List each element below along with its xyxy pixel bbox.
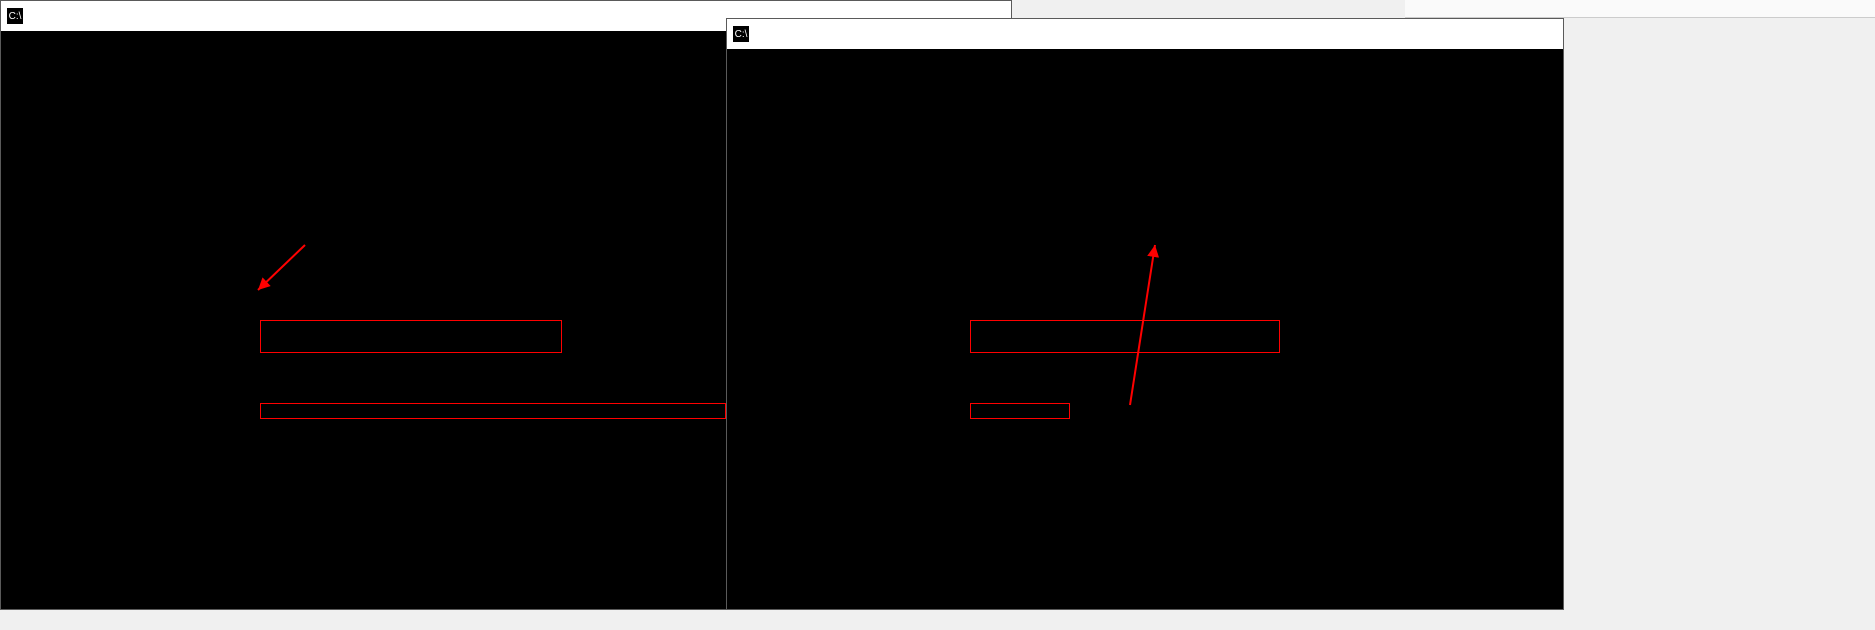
background-tab-strip [1405, 0, 1875, 18]
cmd-icon: C:\ [7, 8, 23, 24]
titlebar-2[interactable]: C:\ [727, 19, 1563, 49]
minimize-button[interactable] [1419, 19, 1465, 49]
cmd-window-6381: C:\ [726, 18, 1564, 610]
terminal-output-2[interactable] [727, 49, 1563, 609]
cmd-icon: C:\ [733, 26, 749, 42]
maximize-button[interactable] [1465, 19, 1511, 49]
close-button[interactable] [1511, 19, 1557, 49]
